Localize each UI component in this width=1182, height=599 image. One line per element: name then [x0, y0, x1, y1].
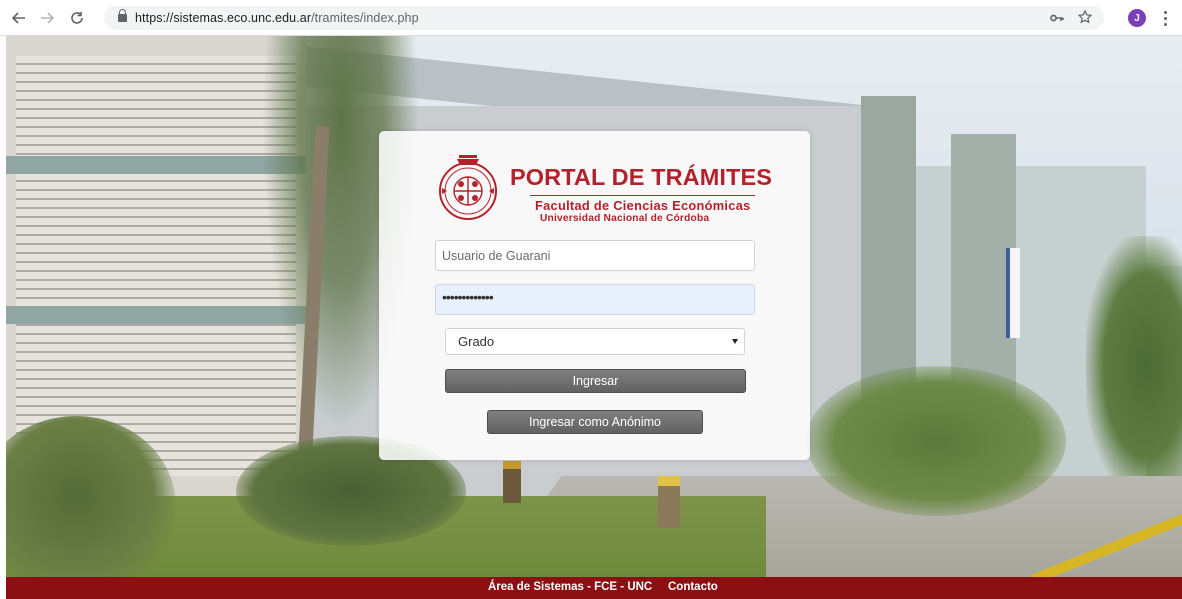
reload-icon[interactable]: [66, 7, 88, 29]
university-name: Universidad Nacional de Córdoba: [540, 213, 710, 224]
degree-select-value: Grado: [458, 334, 495, 349]
password-mask: •••••••••••••: [442, 288, 494, 305]
username-input[interactable]: Usuario de Guarani: [435, 240, 755, 271]
browser-toolbar: https://sistemas.eco.unc.edu.ar/tramites…: [0, 0, 1182, 36]
trash-bin: [503, 461, 521, 503]
username-placeholder: Usuario de Guarani: [442, 248, 551, 263]
forward-arrow-icon[interactable]: [36, 7, 58, 29]
tree: [1086, 236, 1182, 496]
trash-bin: [658, 476, 680, 528]
back-arrow-icon[interactable]: [8, 7, 30, 29]
profile-avatar[interactable]: J: [1128, 9, 1146, 27]
login-button[interactable]: Ingresar: [445, 369, 746, 393]
password-input[interactable]: •••••••••••••: [435, 284, 755, 315]
portal-logo: PORTAL DE TRÁMITES Facultad de Ciencias …: [435, 151, 772, 231]
university-seal-icon: [439, 155, 497, 220]
degree-select[interactable]: Grado: [445, 328, 745, 355]
lock-icon[interactable]: [118, 9, 127, 23]
footer-bar: Área de Sistemas - FCE - UNC Contacto: [6, 577, 1182, 599]
chevron-down-icon: [732, 339, 738, 344]
bush: [806, 366, 1066, 516]
anonymous-login-button[interactable]: Ingresar como Anónimo: [487, 410, 703, 434]
building-louvers: [16, 56, 296, 476]
logo-divider: [530, 195, 755, 196]
address-bar[interactable]: https://sistemas.eco.unc.edu.ar/tramites…: [104, 6, 1104, 30]
url-text: https://sistemas.eco.unc.edu.ar/tramites…: [135, 11, 419, 25]
login-card: PORTAL DE TRÁMITES Facultad de Ciencias …: [379, 131, 810, 460]
star-icon[interactable]: [1077, 9, 1093, 27]
faculty-name: Facultad de Ciencias Económicas: [535, 198, 751, 213]
banner-sign: [1006, 248, 1020, 338]
portal-title: PORTAL DE TRÁMITES: [510, 164, 773, 190]
kebab-menu-icon[interactable]: [1160, 8, 1170, 28]
footer-contact-link[interactable]: Contacto: [668, 581, 718, 593]
key-icon[interactable]: [1050, 10, 1064, 26]
footer-systems-link[interactable]: Área de Sistemas - FCE - UNC: [488, 581, 652, 593]
